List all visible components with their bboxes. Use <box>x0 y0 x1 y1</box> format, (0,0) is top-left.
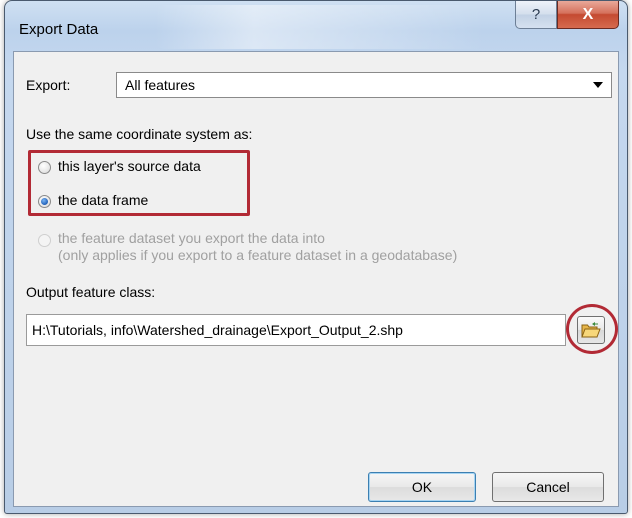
dialog-content: Export: All features Use the same coordi… <box>13 51 619 507</box>
close-icon: X <box>582 5 594 23</box>
radio-source-data[interactable] <box>38 161 51 174</box>
output-path-value[interactable]: H:\Tutorials, info\Watershed_drainage\Ex… <box>32 322 403 338</box>
output-feature-class-label: Output feature class: <box>26 284 156 300</box>
radio-data-frame[interactable] <box>38 195 51 208</box>
coordinate-system-label: Use the same coordinate system as: <box>26 126 253 142</box>
help-icon: ? <box>531 6 541 23</box>
cancel-button-label: Cancel <box>526 479 570 495</box>
radio-data-frame-label[interactable]: the data frame <box>58 192 148 208</box>
feature-dataset-note: (only applies if you export to a feature… <box>58 247 458 263</box>
ok-button-label: OK <box>411 479 433 495</box>
help-button[interactable]: ? <box>515 1 557 29</box>
cancel-button[interactable]: Cancel <box>492 472 604 502</box>
close-button[interactable]: X <box>557 1 619 29</box>
chevron-down-icon[interactable] <box>593 82 603 88</box>
annotation-highlight-circle <box>566 304 618 354</box>
export-label: Export: <box>26 77 71 93</box>
dialog-title: Export Data <box>19 21 99 38</box>
export-selected-value: All features <box>125 77 196 93</box>
radio-feature-dataset <box>38 234 51 247</box>
export-data-dialog: Export Data ? X Export: All features Use… <box>4 0 628 514</box>
export-select[interactable]: All features <box>116 72 612 98</box>
title-bar-decoration <box>155 5 485 49</box>
title-bar[interactable]: Export Data ? X <box>5 1 627 55</box>
ok-button[interactable]: OK <box>368 472 476 502</box>
radio-source-data-label[interactable]: this layer's source data <box>58 158 201 174</box>
output-feature-class-input[interactable]: H:\Tutorials, info\Watershed_drainage\Ex… <box>26 314 566 346</box>
radio-feature-dataset-label: the feature dataset you export the data … <box>58 230 325 246</box>
